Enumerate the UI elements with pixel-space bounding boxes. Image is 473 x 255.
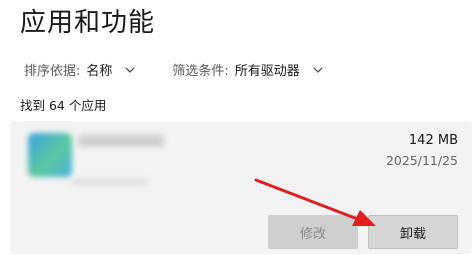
filter-value: 所有驱动器 <box>234 64 300 79</box>
modify-button[interactable]: 修改 <box>268 215 358 249</box>
sort-value: 名称 <box>86 64 113 79</box>
app-list-item[interactable]: 142 MB 2025/11/25 修改 卸载 <box>10 121 472 254</box>
filter-dropdown[interactable]: 筛选条件: 所有驱动器 <box>172 60 323 79</box>
filter-label: 筛选条件: <box>172 64 229 79</box>
chevron-down-icon <box>313 67 323 73</box>
app-icon <box>28 133 72 177</box>
sort-dropdown[interactable]: 排序依据: 名称 <box>24 60 136 79</box>
app-install-date: 2025/11/25 <box>385 153 458 168</box>
app-count: 找到 64 个应用 <box>20 98 107 113</box>
app-size: 142 MB <box>408 133 458 148</box>
app-publisher-blurred <box>72 179 148 185</box>
filter-bar: 排序依据: 名称 筛选条件: 所有驱动器 <box>24 60 324 79</box>
uninstall-button[interactable]: 卸载 <box>368 215 458 249</box>
chevron-down-icon <box>125 67 135 73</box>
sort-label: 排序依据: <box>24 64 81 79</box>
app-name-blurred <box>78 135 164 147</box>
page-title: 应用和功能 <box>20 8 156 38</box>
